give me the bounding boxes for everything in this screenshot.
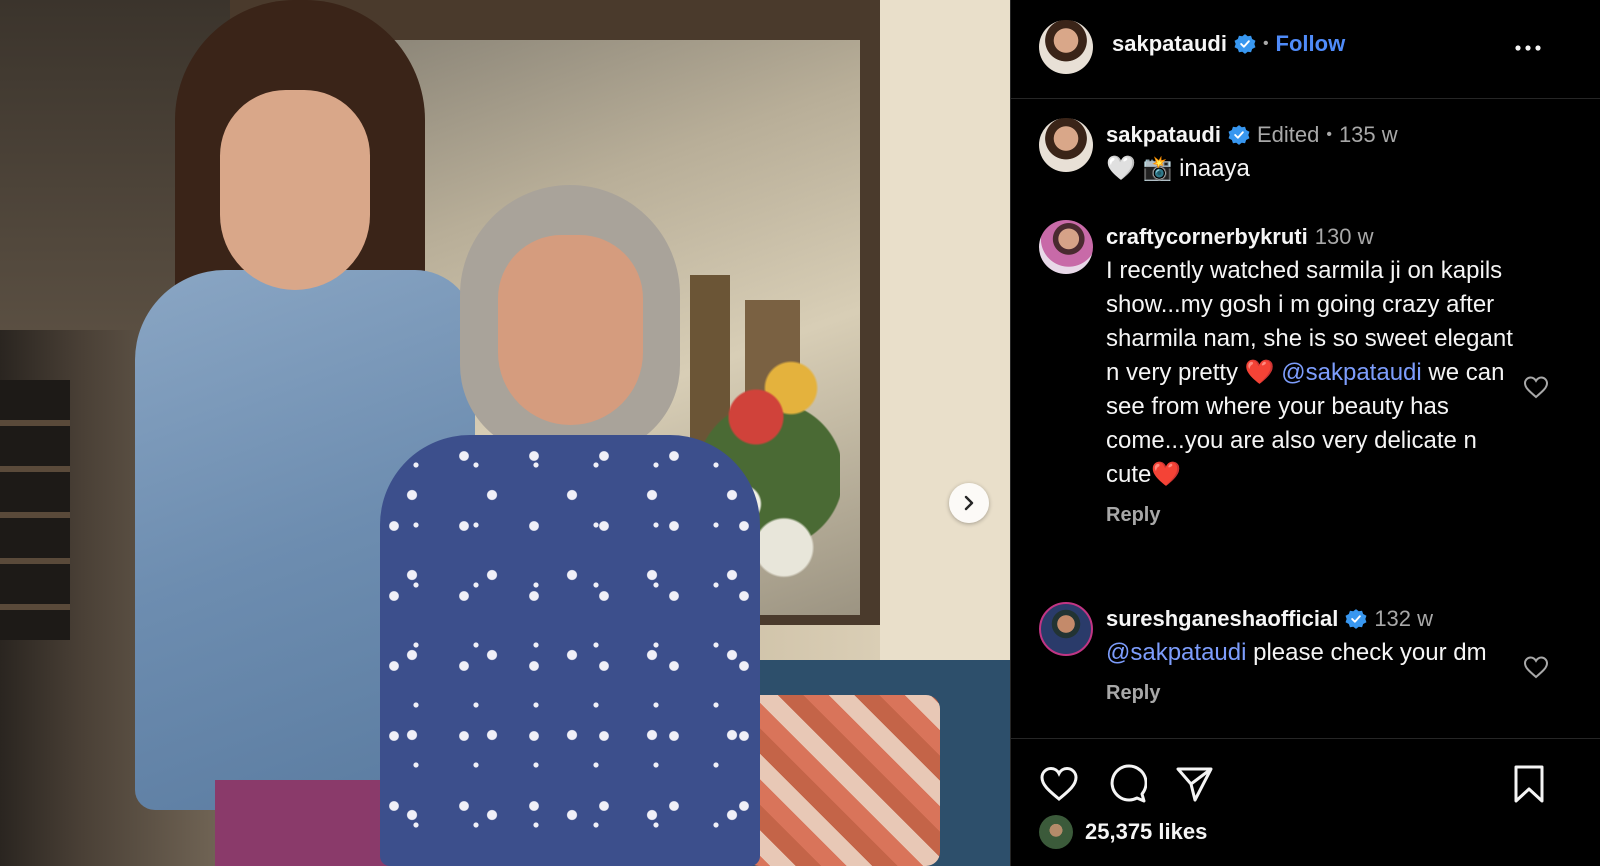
more-options-icon[interactable]	[1513, 38, 1543, 58]
comment-timestamp[interactable]: 132 w	[1374, 606, 1433, 632]
post-header: sakpataudi • Follow	[1011, 0, 1600, 99]
photo-pillow	[745, 695, 940, 866]
mention-link[interactable]: @sakpataudi	[1281, 359, 1421, 386]
reply-button[interactable]: Reply	[1106, 682, 1526, 705]
reply-button[interactable]: Reply	[1106, 504, 1526, 527]
comment-icon[interactable]	[1107, 764, 1147, 804]
next-photo-button[interactable]	[949, 483, 989, 523]
post-photo[interactable]	[0, 0, 1030, 866]
chevron-right-icon	[964, 495, 974, 511]
comment-author[interactable]: sureshganeshaofficial	[1106, 606, 1338, 632]
avatar[interactable]	[1039, 20, 1093, 74]
caption-text: 🤍 📸 inaaya	[1106, 155, 1250, 182]
verified-badge-icon	[1234, 34, 1256, 54]
comment-text: @sakpataudi please check your dm	[1106, 636, 1526, 670]
caption-timestamp[interactable]: 135 w	[1339, 122, 1398, 148]
photo-wall-frames	[0, 380, 70, 640]
separator-dot: •	[1262, 35, 1269, 52]
avatar[interactable]	[1039, 220, 1093, 274]
comments-list[interactable]: sakpataudi Edited • 135 w 🤍 📸 inaaya cra…	[1011, 100, 1600, 738]
bookmark-icon[interactable]	[1509, 764, 1549, 804]
avatar[interactable]	[1039, 118, 1093, 172]
verified-badge-icon	[1345, 609, 1367, 629]
comment-author[interactable]: craftycornerbykruti	[1106, 224, 1308, 250]
comment-text-part: please check your dm	[1246, 639, 1487, 666]
caption-author[interactable]: sakpataudi	[1106, 122, 1221, 148]
comment-like-icon[interactable]	[1523, 375, 1549, 399]
post-side-panel: sakpataudi • Follow sakpataudi Edited • …	[1010, 0, 1600, 866]
share-icon[interactable]	[1174, 764, 1214, 804]
comment-text: I recently watched sarmila ji on kapils …	[1106, 254, 1526, 492]
verified-badge-icon	[1228, 125, 1250, 145]
mention-link[interactable]: @sakpataudi	[1106, 639, 1246, 666]
follow-button[interactable]: Follow	[1276, 31, 1346, 57]
photo-person-right	[380, 185, 760, 866]
heart-icon[interactable]	[1039, 764, 1079, 804]
edited-label: Edited	[1256, 122, 1320, 147]
separator-dot: •	[1326, 126, 1332, 143]
photo-wall	[880, 0, 1030, 700]
likes-count[interactable]: 25,375 likes	[1085, 819, 1207, 845]
avatar[interactable]	[1039, 602, 1093, 656]
author-username[interactable]: sakpataudi	[1112, 31, 1227, 57]
avatar[interactable]	[1039, 815, 1073, 849]
comment-like-icon[interactable]	[1523, 655, 1549, 679]
likes-summary: 25,375 likes	[1039, 815, 1207, 849]
comment-timestamp[interactable]: 130 w	[1315, 224, 1374, 250]
